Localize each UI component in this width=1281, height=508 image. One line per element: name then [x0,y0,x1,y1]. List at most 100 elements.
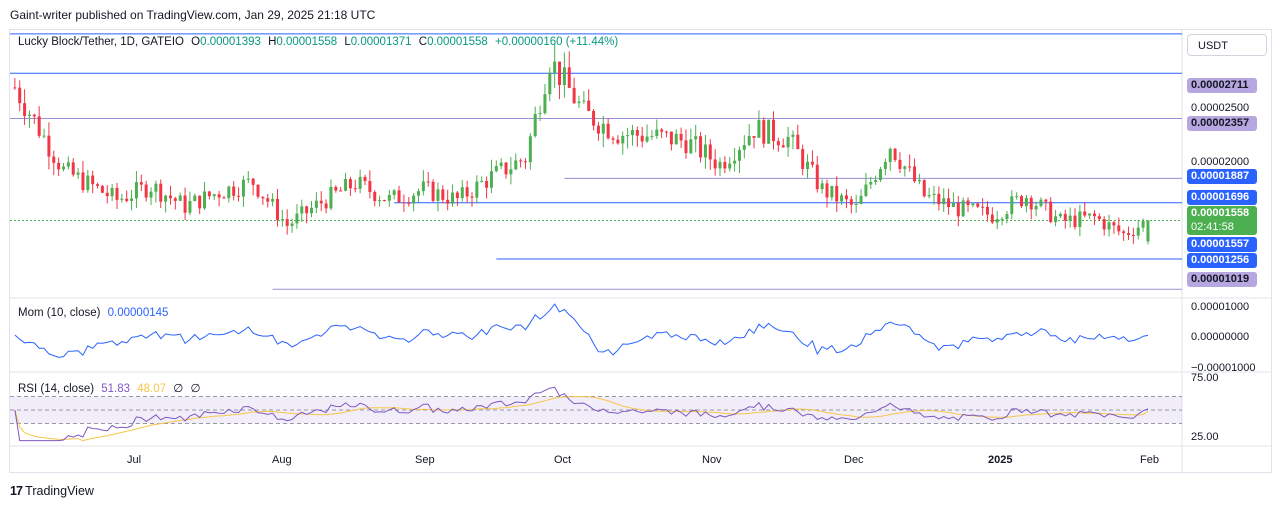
rsi-legend: RSI (14, close) 51.83 48.07 ∅ ∅ [18,381,201,395]
candle-body [310,207,314,214]
candle-body [436,189,440,201]
price-axis-label: 0.00002500 [1191,102,1250,114]
rsi-ma-value: 48.07 [137,383,167,395]
candle-body [558,61,562,85]
candle-body [728,163,732,169]
candle-body [1097,216,1101,220]
candle-body [981,206,985,208]
candle-body [382,200,386,202]
candle-body [528,136,532,163]
candle-body [42,135,46,137]
candle-body [392,190,396,195]
candle-body [616,139,620,144]
candle-body [295,213,299,224]
candle-body [32,114,36,117]
candle-body [1122,231,1126,234]
candle-body [363,176,367,182]
candle-body [840,195,844,202]
candle-body [762,120,766,144]
candle-body [689,139,693,154]
candle-body [1044,199,1048,202]
candle-body [747,136,751,146]
candle-body [460,187,464,199]
candle-body [956,202,960,217]
candle-body [976,203,980,207]
candle-body [61,166,65,170]
candle-body [52,156,56,163]
candle-body [1078,211,1082,228]
candle-body [387,194,391,201]
candle-body [13,87,17,89]
candle-body [694,136,698,140]
candle-body [1000,218,1004,220]
rsi-value: 51.83 [101,383,131,395]
currency-button[interactable]: USDT [1187,34,1267,56]
candle-body [869,181,873,185]
candle-body [134,182,138,199]
candle-body [703,144,707,158]
candle-body [207,191,211,197]
ohlc-legend: Lucky Block/Tether, 1D, GATEIO O0.000013… [18,36,618,48]
candle-body [825,183,829,198]
candle-body [767,119,771,144]
symbol-title: Lucky Block/Tether, 1D, GATEIO [18,36,184,48]
candle-body [66,162,70,167]
candle-body [650,136,654,138]
candle-body [1054,216,1058,223]
candle-body [1034,205,1038,210]
candle-body [81,172,85,191]
candle-body [806,161,810,169]
candle-body [319,200,323,204]
candle-body [951,202,955,208]
candle-body [324,203,328,209]
candle-body [922,180,926,197]
candle-body [130,198,134,202]
close-value: 0.00001558 [427,36,488,48]
candle-body [1107,222,1111,230]
candle-body [543,94,547,114]
candle-body [378,200,382,202]
x-axis-label: Dec [844,454,864,466]
candle-body [353,188,357,190]
candle-body [1024,197,1028,207]
candle-body [1127,233,1131,235]
candle-body [504,162,508,175]
candle-body [514,160,518,170]
candle-body [96,184,100,186]
chart-canvas[interactable] [0,0,1281,508]
candle-body [164,195,168,202]
candle-body [1146,220,1150,242]
candle-body [431,181,435,201]
candle-body [971,203,975,206]
candle-body [655,129,659,137]
candle-body [903,166,907,169]
candle-body [810,161,814,165]
candle-body [1073,215,1077,228]
x-axis-label: Nov [702,454,722,466]
candle-body [572,87,576,104]
candle-body [76,172,80,175]
candle-body [752,136,756,138]
candle-body [699,136,703,158]
x-axis-label: 2025 [988,454,1013,466]
candle-body [18,87,22,104]
candle-body [523,161,527,163]
candle-body [168,195,172,199]
candle-body [718,161,722,169]
candle-body [630,130,634,136]
x-axis-label: Feb [1140,454,1159,466]
candle-body [820,183,824,190]
candle-body [275,198,279,220]
close-label: C [418,36,428,48]
candle-body [1029,197,1033,210]
tradingview-logo[interactable]: 17 TradingView [10,484,94,498]
candle-body [115,187,119,200]
candle-body [640,135,644,142]
candle-body [854,203,858,205]
candle-body [1102,219,1106,230]
candle-body [455,192,459,199]
candle-body [596,125,600,134]
candle-body [1015,196,1019,198]
momentum-line [14,303,1149,358]
candle-body [173,198,177,201]
